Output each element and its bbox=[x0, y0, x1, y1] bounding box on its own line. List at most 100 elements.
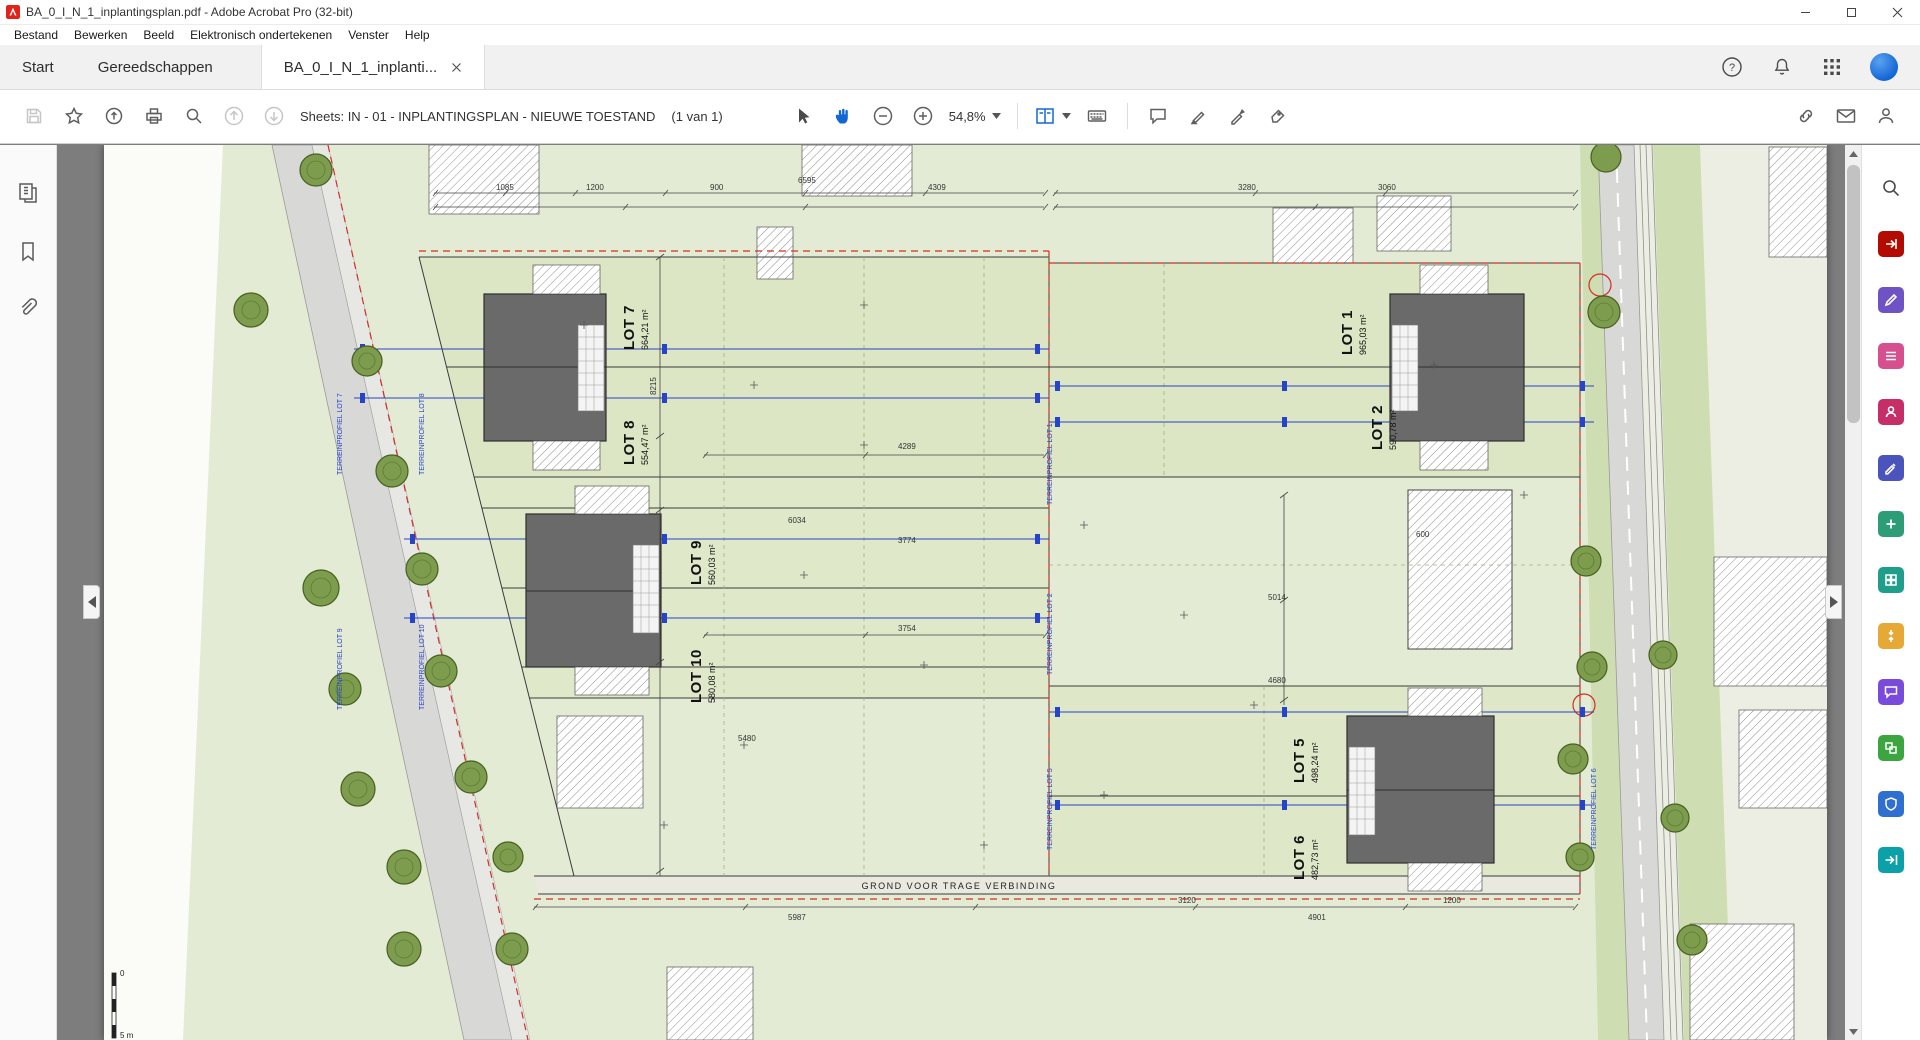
request-signatures-button[interactable] bbox=[1874, 395, 1908, 429]
svg-text:3120: 3120 bbox=[1178, 896, 1196, 905]
zoom-out-button[interactable] bbox=[867, 100, 899, 132]
svg-text:TERREINPROFIEL LOT 1: TERREINPROFIEL LOT 1 bbox=[1047, 423, 1054, 505]
previous-page-button[interactable] bbox=[218, 100, 250, 132]
svg-text:TERREINPROFIEL LOT 2: TERREINPROFIEL LOT 2 bbox=[1047, 593, 1054, 675]
favorite-button[interactable] bbox=[58, 100, 90, 132]
star-icon bbox=[64, 106, 84, 126]
scroll-down-button[interactable] bbox=[1845, 1023, 1862, 1040]
send-mail-button[interactable] bbox=[1830, 100, 1862, 132]
svg-text:6595: 6595 bbox=[798, 176, 816, 185]
more-tools-button[interactable] bbox=[1874, 843, 1908, 877]
chevron-down-icon bbox=[1062, 113, 1071, 119]
tab-document-label: BA_0_I_N_1_inplanti... bbox=[284, 59, 437, 76]
svg-text:5 m: 5 m bbox=[120, 1031, 134, 1040]
search-icon bbox=[1880, 177, 1902, 199]
print-button[interactable] bbox=[138, 100, 170, 132]
save-button[interactable] bbox=[18, 100, 50, 132]
notifications-button[interactable] bbox=[1770, 55, 1794, 79]
collapse-left-panel-button[interactable] bbox=[83, 585, 100, 619]
fill-sign-icon bbox=[1883, 460, 1899, 476]
scrollbar-thumb[interactable] bbox=[1847, 165, 1860, 423]
next-page-button[interactable] bbox=[258, 100, 290, 132]
menu-elektronisch-ondertekenen[interactable]: Elektronisch ondertekenen bbox=[182, 26, 340, 44]
share-button[interactable] bbox=[98, 100, 130, 132]
optimize-pdf-icon bbox=[1883, 740, 1899, 756]
edit-pdf-button[interactable] bbox=[1874, 283, 1908, 317]
pdf-page[interactable]: 1085 1200 900 6595 4309 3280 3060 8215 6… bbox=[104, 145, 1827, 1040]
find-button[interactable] bbox=[178, 100, 210, 132]
menu-help[interactable]: Help bbox=[397, 26, 438, 44]
highlight-tool-button[interactable] bbox=[1182, 100, 1214, 132]
attachments-icon[interactable] bbox=[16, 296, 40, 320]
svg-text:TERREINPROFIEL LOT 9: TERREINPROFIEL LOT 9 bbox=[337, 628, 344, 710]
help-button[interactable]: ? bbox=[1720, 55, 1744, 79]
plan-drawing[interactable]: 1085 1200 900 6595 4309 3280 3060 8215 6… bbox=[104, 145, 1827, 1040]
create-link-button[interactable] bbox=[1790, 100, 1822, 132]
svg-text:4901: 4901 bbox=[1308, 913, 1326, 922]
svg-text:560,03 m²: 560,03 m² bbox=[707, 544, 717, 585]
select-tool-button[interactable] bbox=[787, 100, 819, 132]
add-comment-button[interactable] bbox=[1874, 675, 1908, 709]
plus-circle-icon bbox=[912, 105, 934, 127]
export-pdf-icon bbox=[1883, 236, 1899, 252]
triangle-up-icon bbox=[1849, 151, 1858, 157]
hand-tool-button[interactable] bbox=[827, 100, 859, 132]
search-tool-button[interactable] bbox=[1874, 171, 1908, 205]
menu-bewerken[interactable]: Bewerken bbox=[66, 26, 135, 44]
request-signatures-icon bbox=[1883, 404, 1899, 420]
comment-tool-button[interactable] bbox=[1142, 100, 1174, 132]
tab-document[interactable]: BA_0_I_N_1_inplanti... bbox=[261, 45, 485, 89]
document-canvas[interactable]: 1085 1200 900 6595 4309 3280 3060 8215 6… bbox=[57, 145, 1844, 1040]
svg-text:4289: 4289 bbox=[898, 442, 916, 451]
fill-sign-button[interactable] bbox=[1874, 451, 1908, 485]
bookmarks-icon[interactable] bbox=[16, 240, 40, 264]
svg-text:5014: 5014 bbox=[1268, 593, 1286, 602]
edit-pdf-icon bbox=[1883, 292, 1899, 308]
menu-beeld[interactable]: Beeld bbox=[135, 26, 182, 44]
combine-files-icon bbox=[1883, 572, 1899, 588]
protect-pdf-button[interactable] bbox=[1874, 787, 1908, 821]
close-button[interactable] bbox=[1874, 0, 1920, 24]
menu-venster[interactable]: Venster bbox=[340, 26, 397, 44]
maximize-button[interactable] bbox=[1828, 0, 1874, 24]
combine-files-button[interactable] bbox=[1874, 563, 1908, 597]
cursor-icon bbox=[793, 106, 813, 126]
user-avatar[interactable] bbox=[1870, 53, 1898, 81]
zoom-in-button[interactable] bbox=[907, 100, 939, 132]
sign-tool-button[interactable] bbox=[1222, 100, 1254, 132]
svg-text:?: ? bbox=[1729, 62, 1735, 74]
grid-icon bbox=[1823, 58, 1841, 76]
collapse-right-panel-button[interactable] bbox=[1825, 585, 1842, 619]
comment-bubble-icon bbox=[1883, 684, 1899, 700]
svg-text:3280: 3280 bbox=[1238, 183, 1256, 192]
workspace: 1085 1200 900 6595 4309 3280 3060 8215 6… bbox=[0, 145, 1920, 1040]
optimize-pdf-button[interactable] bbox=[1874, 731, 1908, 765]
help-icon: ? bbox=[1721, 56, 1743, 78]
minimize-button[interactable] bbox=[1782, 0, 1828, 24]
window-title: BA_0_I_N_1_inplantingsplan.pdf - Adobe A… bbox=[26, 5, 353, 19]
zoom-level-dropdown[interactable]: 54,8% bbox=[949, 109, 1001, 124]
share-people-button[interactable] bbox=[1870, 100, 1902, 132]
page-thumbnails-icon[interactable] bbox=[16, 181, 40, 205]
svg-text:3754: 3754 bbox=[898, 624, 916, 633]
scroll-up-button[interactable] bbox=[1845, 145, 1862, 162]
export-pdf-button[interactable] bbox=[1874, 227, 1908, 261]
page-count-label: (1 van 1) bbox=[671, 109, 722, 124]
arrow-down-icon bbox=[263, 105, 285, 127]
vertical-scrollbar[interactable] bbox=[1845, 145, 1862, 1040]
tab-close-icon[interactable] bbox=[451, 62, 462, 73]
touch-mode-button[interactable] bbox=[1081, 100, 1113, 132]
envelope-icon bbox=[1835, 105, 1857, 127]
svg-text:TERREINPROFIEL LOT 6: TERREINPROFIEL LOT 6 bbox=[1591, 768, 1598, 850]
tab-start[interactable]: Start bbox=[0, 45, 76, 89]
menu-bestand[interactable]: Bestand bbox=[6, 26, 66, 44]
stamp-tool-button[interactable] bbox=[1262, 100, 1294, 132]
tab-gereedschappen[interactable]: Gereedschappen bbox=[76, 45, 235, 89]
create-pdf-button[interactable] bbox=[1874, 507, 1908, 541]
plan-background bbox=[104, 145, 1827, 1040]
svg-text:590,78 m²: 590,78 m² bbox=[1388, 409, 1398, 450]
app-switcher-button[interactable] bbox=[1820, 55, 1844, 79]
organize-pages-button[interactable] bbox=[1874, 339, 1908, 373]
compress-pdf-button[interactable] bbox=[1874, 619, 1908, 653]
page-display-dropdown[interactable] bbox=[1034, 105, 1071, 127]
